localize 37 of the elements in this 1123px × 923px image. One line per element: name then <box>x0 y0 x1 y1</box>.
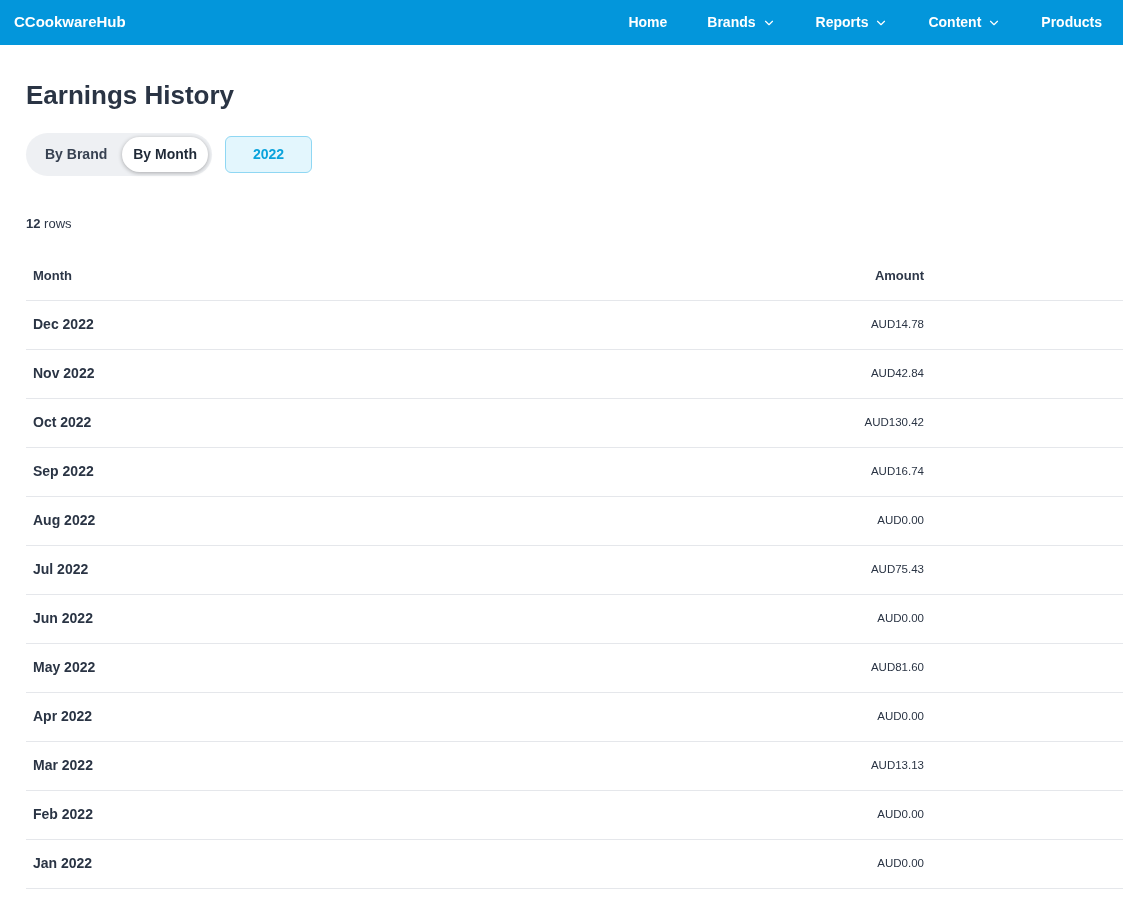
amount-cell-text: AUD0.00 <box>877 708 924 724</box>
amount-cell-text: AUD75.43 <box>870 561 924 577</box>
amount-cell-text: AUD81.60 <box>870 659 924 675</box>
amount-cell-text: AUD13.13 <box>870 757 924 773</box>
toggle-option[interactable]: By Brand <box>30 137 123 172</box>
amount-cell-text: AUD14.78 <box>870 316 924 332</box>
amount-cell-text: AUD0.00 <box>877 512 924 528</box>
column-header: Month <box>32 267 72 286</box>
month-cell-text: Feb 2022 <box>32 805 93 824</box>
brand-logo-text[interactable]: CCookwareHub <box>14 11 126 34</box>
month-cell-text: Nov 2022 <box>32 364 95 383</box>
month-cell-text: Sep 2022 <box>32 462 94 481</box>
month-cell-text: May 2022 <box>32 658 96 677</box>
amount-cell-text: AUD16.74 <box>870 463 924 479</box>
page-title: Earnings History <box>26 79 236 111</box>
amount-cell-text: AUD42.84 <box>870 365 924 381</box>
year-button[interactable]: 2022 <box>225 136 312 173</box>
amount-cell-text: AUD0.00 <box>877 610 924 626</box>
month-cell-text: Apr 2022 <box>32 707 93 726</box>
month-cell-text: Jun 2022 <box>32 609 93 628</box>
nav-link[interactable]: Brands <box>697 12 786 33</box>
nav-link[interactable]: Content <box>918 12 1012 33</box>
amount-cell-text: AUD130.42 <box>864 414 924 430</box>
month-cell-text: Dec 2022 <box>32 315 94 334</box>
month-cell-text: Jan 2022 <box>32 854 93 873</box>
month-cell-text: Mar 2022 <box>32 756 93 775</box>
amount-cell-text: AUD0.00 <box>877 855 924 871</box>
nav-link[interactable]: Products <box>1031 12 1112 33</box>
month-cell-text: Oct 2022 <box>32 413 92 432</box>
month-cell-text: Jul 2022 <box>32 560 89 579</box>
row-count: 12 rows <box>26 215 73 233</box>
column-header: Amount <box>874 267 924 286</box>
month-cell-text: Aug 2022 <box>32 511 96 530</box>
nav-link[interactable]: Reports <box>805 12 899 33</box>
toggle-option[interactable]: By Month <box>122 137 208 172</box>
nav-link[interactable]: Home <box>618 12 678 33</box>
amount-cell-text: AUD0.00 <box>877 806 924 822</box>
